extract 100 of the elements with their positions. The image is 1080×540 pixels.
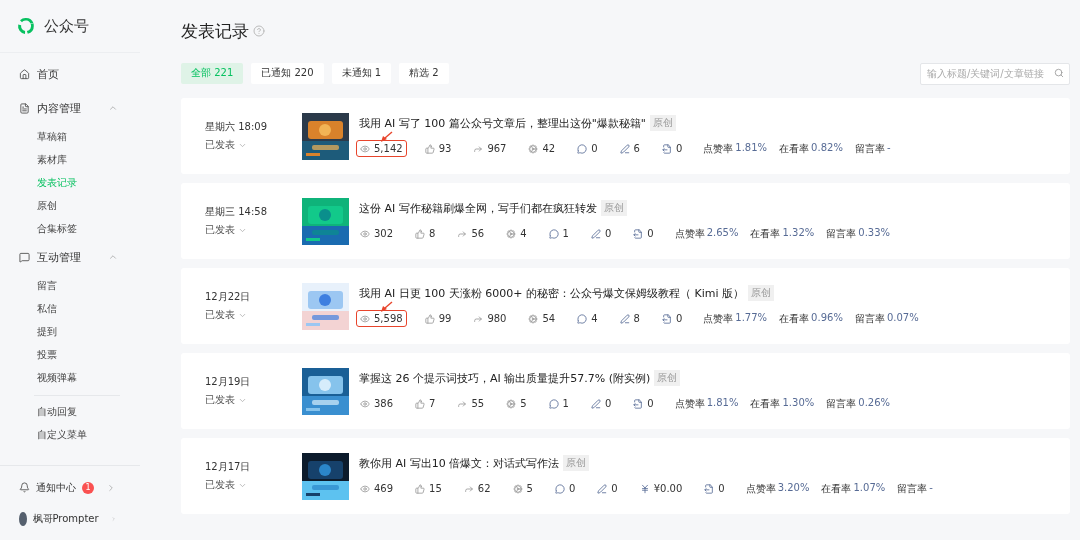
file-export-icon — [704, 483, 715, 494]
stat-count: 0 — [657, 140, 687, 157]
thumbs-up-icon — [424, 143, 435, 154]
gear-icon — [506, 228, 517, 239]
stat-count: 62 — [459, 480, 495, 497]
home-icon — [19, 68, 30, 80]
stat-count: 4 — [502, 225, 531, 242]
avatar — [19, 511, 27, 526]
status-dropdown[interactable]: 已发表 — [205, 393, 302, 407]
sidebar-group[interactable]: 互动管理 — [0, 240, 140, 274]
rate-metric: 点赞率 1.81% — [674, 396, 739, 411]
stat-count: 0 — [700, 480, 729, 497]
pen-icon — [590, 398, 601, 409]
file-export-icon — [661, 313, 672, 324]
publish-time: 12月19日 — [205, 375, 252, 389]
chevron-right-icon — [106, 482, 116, 493]
file-export-icon — [633, 228, 644, 239]
rate-metric: 留言率 0.33% — [826, 226, 891, 241]
sidebar-item[interactable]: 合集标签 — [0, 217, 140, 240]
stat-count: 55 — [453, 395, 489, 412]
status-dropdown[interactable]: 已发表 — [205, 478, 302, 492]
sidebar-item[interactable]: 私信 — [0, 297, 140, 320]
view-icon — [360, 228, 370, 239]
chat-icon — [19, 251, 30, 263]
forward-icon — [463, 483, 474, 494]
gear-icon — [506, 398, 517, 409]
article-title[interactable]: 我用 AI 日更 100 天涨粉 6000+ 的秘密：公众号爆文保姆级教程（ Kimi 版） — [359, 285, 744, 301]
comment-icon — [577, 143, 588, 154]
stat-count: 0 — [629, 225, 658, 242]
article-title[interactable]: 教你用 AI 写出10 倍爆文：对话式写作法 — [359, 455, 560, 471]
stat-count: 0 — [657, 310, 687, 327]
article-title[interactable]: 掌握这 26 个提示词技巧，AI 输出质量提升57.7% (附实例) — [359, 370, 651, 386]
stat-count: 93 — [420, 140, 456, 157]
group-label: 内容管理 — [37, 100, 82, 116]
original-tag: 原创 — [600, 200, 627, 216]
sidebar-item[interactable]: 原创 — [0, 194, 140, 217]
status-dropdown[interactable]: 已发表 — [205, 223, 302, 237]
stat-count: 5 — [502, 395, 531, 412]
rate-metric: 在看率 1.32% — [750, 226, 815, 241]
sidebar-item[interactable]: 草稿箱 — [0, 125, 140, 148]
original-tag: 原创 — [654, 370, 681, 386]
file-export-icon — [661, 143, 672, 154]
stat-count: 5 — [508, 480, 537, 497]
sidebar-item[interactable]: 留言 — [0, 274, 140, 297]
stat-count: 4 — [573, 310, 602, 327]
rate-metric: 在看率 0.82% — [779, 141, 843, 156]
help-icon[interactable] — [253, 25, 265, 37]
sidebar-group[interactable]: 内容管理 — [0, 91, 140, 125]
publish-time: 12月17日 — [205, 460, 252, 474]
sidebar-item[interactable]: 视频弹幕 — [0, 366, 140, 389]
stat-count: 0 — [586, 225, 616, 242]
filter-tab[interactable]: 未通知 1 — [331, 62, 392, 84]
original-tag: 原创 — [748, 285, 774, 301]
page-title: 发表记录 — [181, 19, 249, 43]
document-icon — [19, 102, 30, 114]
stat-count: 0 — [629, 395, 658, 412]
view-icon — [360, 313, 370, 324]
annotation-arrow — [379, 302, 393, 312]
sidebar-item[interactable]: 自定义菜单 — [0, 423, 140, 446]
annotation-arrow — [379, 132, 393, 142]
account-item[interactable]: 枫哥Prompter — [0, 503, 140, 534]
article-title[interactable]: 我用 AI 写了 100 篇公众号文章后，整理出这份"爆款秘籍" — [359, 115, 646, 131]
filter-tab[interactable]: 已通知 220 — [251, 62, 324, 84]
publish-time: 星期六 18:09 — [205, 120, 268, 134]
view-icon — [360, 398, 370, 409]
search-field[interactable]: 输入标题/关键词/文章链接 — [920, 62, 1070, 85]
rate-metric: 在看率 0.96% — [779, 311, 843, 326]
sidebar-item[interactable]: 首页 — [0, 57, 140, 91]
stat-count: 6 — [615, 140, 644, 157]
sidebar-item[interactable]: 提到 — [0, 320, 140, 343]
thumbs-up-icon — [415, 228, 426, 239]
rate-metric: 点赞率 3.20% — [745, 481, 810, 496]
rate-metric: 在看率 1.07% — [821, 481, 886, 496]
comment-icon — [577, 313, 588, 324]
stat-count: 99 — [420, 310, 456, 327]
filter-tab[interactable]: 精选 2 — [399, 62, 449, 84]
thumbs-up-icon — [415, 398, 426, 409]
stat-count: 1 — [544, 395, 573, 412]
comment-icon — [548, 228, 559, 239]
bell-icon — [19, 482, 30, 493]
rate-metric: 点赞率 1.81% — [703, 141, 768, 156]
sidebar-item[interactable]: 素材库 — [0, 148, 140, 171]
view-icon — [360, 143, 370, 154]
stat-count: 0 — [593, 480, 622, 497]
sidebar-item[interactable]: 自动回复 — [0, 400, 140, 423]
comment-icon — [548, 398, 559, 409]
forward-icon — [473, 313, 484, 324]
status-dropdown[interactable]: 已发表 — [205, 138, 302, 152]
status-dropdown[interactable]: 已发表 — [205, 308, 302, 322]
sidebar-item[interactable]: 投票 — [0, 343, 140, 366]
thumbs-up-icon — [415, 483, 426, 494]
brand-name: 公众号 — [44, 16, 89, 36]
search-icon — [1054, 68, 1064, 78]
notification-item[interactable]: 通知中心 1 — [0, 472, 140, 503]
stat-count: 386 — [356, 395, 398, 412]
stat-count: 1 — [544, 225, 573, 242]
account-name: 枫哥Prompter — [32, 511, 99, 526]
rate-metric: 点赞率 1.77% — [703, 311, 768, 326]
rate-metric: 留言率 - — [897, 481, 933, 496]
article-title[interactable]: 这份 AI 写作秘籍刷爆全网，写手们都在疯狂转发 — [359, 200, 597, 216]
